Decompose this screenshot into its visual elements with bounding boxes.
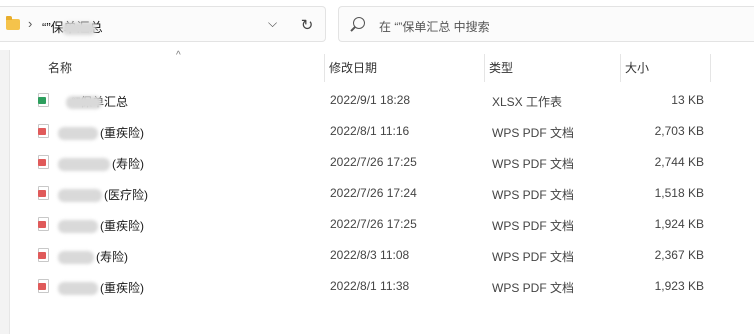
file-name-label: (重疾险) [100, 126, 144, 140]
file-type: WPS PDF 文档 [492, 250, 575, 264]
file-modified-date: 2022/7/26 17:25 [330, 217, 417, 231]
file-row[interactable]: (重疾险) 2022/8/1 11:16 WPS PDF 文档 2,703 KB [30, 116, 720, 147]
column-header-name[interactable]: 名称 [44, 54, 324, 82]
pdf-file-icon [38, 124, 49, 138]
file-type-badge [38, 221, 46, 228]
file-type: WPS PDF 文档 [492, 219, 575, 233]
file-type-badge [38, 190, 46, 197]
search-input[interactable]: 在 “”保单汇总 中搜索 [338, 6, 754, 42]
file-name[interactable]: (重疾险) [58, 124, 144, 141]
file-name[interactable]: (寿险) [58, 155, 144, 172]
file-type: WPS PDF 文档 [492, 188, 575, 202]
column-header-modified[interactable]: 修改日期 [324, 54, 484, 82]
refresh-icon[interactable]: ↻ [296, 18, 318, 34]
file-modified-date: 2022/9/1 18:28 [330, 93, 411, 107]
navigation-pane-edge [0, 50, 10, 334]
redacted-text [58, 282, 98, 296]
file-size: 2,744 KB [654, 155, 704, 169]
file-name-label: (重疾险) [100, 219, 144, 233]
file-size: 1,924 KB [654, 217, 704, 231]
chevron-down-icon[interactable]: ⌵ [268, 16, 277, 31]
file-row[interactable]: (寿险) 2022/7/26 17:25 WPS PDF 文档 2,744 KB [30, 147, 720, 178]
excel-file-icon [38, 93, 49, 107]
redacted-text [58, 189, 102, 203]
file-type-badge [38, 128, 46, 135]
pdf-file-icon [38, 217, 49, 231]
breadcrumb[interactable]: “”保单汇总 [42, 17, 106, 36]
redacted-text [58, 251, 94, 265]
file-row[interactable]: (寿险) 2022/8/3 11:08 WPS PDF 文档 2,367 KB [30, 240, 720, 271]
file-row[interactable]: (重疾险) 2022/8/1 11:38 WPS PDF 文档 1,923 KB [30, 271, 720, 302]
file-modified-date: 2022/8/3 11:08 [330, 248, 410, 262]
file-size: 2,367 KB [654, 248, 704, 262]
file-type: WPS PDF 文档 [492, 281, 575, 295]
file-modified-date: 2022/8/1 11:16 [330, 124, 410, 138]
file-size: 1,923 KB [654, 279, 704, 293]
pdf-file-icon [38, 155, 49, 169]
pdf-file-icon [38, 186, 49, 200]
file-modified-date: 2022/8/1 11:38 [330, 279, 410, 293]
file-size: 13 KB [671, 93, 704, 107]
column-header-size[interactable]: 大小 [620, 54, 710, 82]
redacted-text [58, 158, 110, 172]
file-name[interactable]: (重疾险) [58, 217, 144, 234]
file-row[interactable]: “”保单汇总 2022/9/1 18:28 XLSX 工作表 13 KB [30, 85, 720, 116]
search-icon [353, 17, 365, 29]
redacted-text [58, 127, 98, 141]
address-bar[interactable]: › “”保单汇总 ⌵ ↻ [0, 6, 326, 42]
toolbar: › “”保单汇总 ⌵ ↻ 在 “”保单汇总 中搜索 [0, 0, 754, 48]
column-header-type[interactable]: 类型 [484, 54, 620, 82]
pdf-file-icon [38, 279, 49, 293]
file-name-label: (寿险) [96, 250, 128, 264]
folder-icon [6, 16, 20, 30]
file-row[interactable]: (医疗险) 2022/7/26 17:24 WPS PDF 文档 1,518 KB [30, 178, 720, 209]
file-size: 1,518 KB [654, 186, 704, 200]
redacted-text [58, 220, 98, 234]
file-type: XLSX 工作表 [492, 95, 563, 109]
redacted-text [66, 96, 102, 110]
file-type-badge [38, 159, 46, 166]
file-name[interactable]: (医疗险) [58, 186, 148, 203]
file-type-badge [38, 283, 46, 290]
file-size: 2,703 KB [654, 124, 704, 138]
file-row[interactable]: (重疾险) 2022/7/26 17:25 WPS PDF 文档 1,924 KB [30, 209, 720, 240]
pdf-file-icon [38, 248, 49, 262]
breadcrumb-separator: › [28, 16, 33, 31]
file-name[interactable]: “”保单汇总 [58, 93, 128, 110]
file-type: WPS PDF 文档 [492, 126, 575, 140]
column-header-spacer [710, 54, 730, 82]
file-modified-date: 2022/7/26 17:25 [330, 155, 417, 169]
file-type-badge [38, 97, 46, 104]
column-header: 名称 修改日期 类型 大小 [22, 54, 742, 82]
file-name[interactable]: (重疾险) [58, 279, 144, 296]
redacted-text [62, 22, 97, 36]
file-name-label: (寿险) [112, 157, 144, 171]
file-type: WPS PDF 文档 [492, 157, 575, 171]
file-name-label: (重疾险) [100, 281, 144, 295]
file-name[interactable]: (寿险) [58, 248, 128, 265]
file-modified-date: 2022/7/26 17:24 [330, 186, 417, 200]
file-name-label: (医疗险) [104, 188, 148, 202]
search-placeholder: 在 “”保单汇总 中搜索 [379, 20, 490, 34]
file-type-badge [38, 252, 46, 259]
